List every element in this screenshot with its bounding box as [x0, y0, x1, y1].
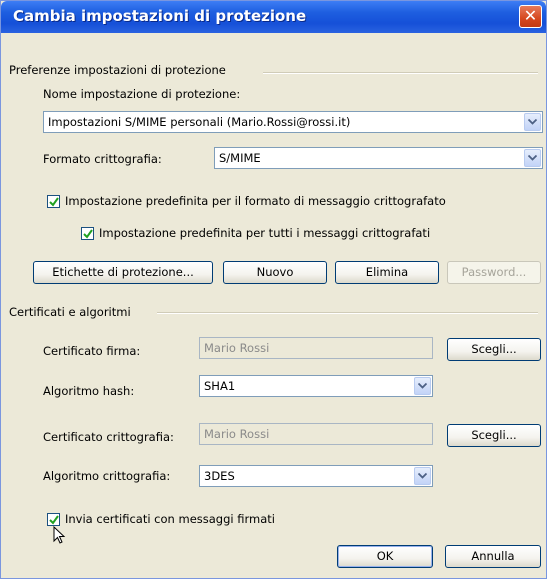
ok-button[interactable]: OK: [337, 545, 433, 568]
dialog-title: Cambia impostazioni di protezione: [13, 7, 307, 25]
new-button[interactable]: Nuovo: [223, 261, 327, 284]
password-button[interactable]: Password...: [447, 261, 541, 284]
checkmark-icon: [49, 515, 59, 525]
hash-algorithm-label: Algoritmo hash:: [43, 384, 135, 398]
dialog-window: Cambia impostazioni di protezione ✕ Pref…: [0, 0, 547, 579]
hash-algorithm-value: SHA1: [204, 379, 236, 393]
mouse-pointer-icon: [53, 526, 66, 544]
protection-name-select[interactable]: Impostazioni S/MIME personali (Mario.Ros…: [43, 111, 543, 133]
checkmark-icon: [49, 197, 59, 207]
send-certificates-label: Invia certificati con messaggi firmati: [65, 512, 275, 526]
close-button[interactable]: ✕: [519, 5, 542, 28]
encryption-algorithm-value: 3DES: [204, 469, 235, 483]
signing-certificate-field: Mario Rossi: [199, 337, 433, 359]
chevron-down-icon[interactable]: [524, 149, 541, 167]
chevron-down-icon[interactable]: [414, 467, 431, 485]
default-format-checkbox[interactable]: [47, 195, 60, 208]
signing-certificate-value: Mario Rossi: [204, 341, 270, 355]
encryption-certificate-field: Mario Rossi: [199, 423, 433, 445]
encryption-algorithm-select[interactable]: 3DES: [199, 465, 433, 487]
choose-signing-certificate-button[interactable]: Scegli...: [447, 338, 541, 361]
title-bar[interactable]: Cambia impostazioni di protezione ✕: [1, 1, 546, 33]
chevron-down-icon[interactable]: [524, 113, 541, 131]
security-labels-button[interactable]: Etichette di protezione...: [33, 261, 213, 284]
certificates-group-label: Certificati e algoritmi: [9, 305, 135, 319]
encryption-algorithm-label: Algoritmo crittografia:: [43, 469, 171, 483]
signing-certificate-label: Certificato firma:: [43, 344, 141, 358]
cancel-button[interactable]: Annulla: [445, 545, 541, 568]
default-format-label: Impostazione predefinita per il formato …: [65, 194, 446, 208]
delete-button[interactable]: Elimina: [335, 261, 439, 284]
checkmark-icon: [83, 229, 93, 239]
default-all-messages-label: Impostazione predefinita per tutti i mes…: [99, 226, 431, 240]
protection-name-value: Impostazioni S/MIME personali (Mario.Ros…: [48, 115, 351, 129]
encryption-certificate-label: Certificato crittografia:: [43, 430, 174, 444]
preferences-group-label: Preferenze impostazioni di protezione: [9, 63, 230, 77]
choose-encryption-certificate-button[interactable]: Scegli...: [447, 424, 541, 447]
encryption-format-value: S/MIME: [219, 151, 261, 165]
send-certificates-checkbox[interactable]: [47, 513, 60, 526]
chevron-down-icon[interactable]: [414, 377, 431, 395]
encryption-certificate-value: Mario Rossi: [204, 427, 270, 441]
default-all-messages-checkbox[interactable]: [81, 227, 94, 240]
hash-algorithm-select[interactable]: SHA1: [199, 375, 433, 397]
preferences-group-line: [263, 72, 538, 74]
certificates-group-line: [157, 312, 538, 314]
close-icon: ✕: [523, 6, 538, 25]
protection-name-label: Nome impostazione di protezione:: [43, 87, 241, 101]
encryption-format-label: Formato crittografia:: [43, 152, 162, 166]
encryption-format-select[interactable]: S/MIME: [214, 147, 543, 169]
